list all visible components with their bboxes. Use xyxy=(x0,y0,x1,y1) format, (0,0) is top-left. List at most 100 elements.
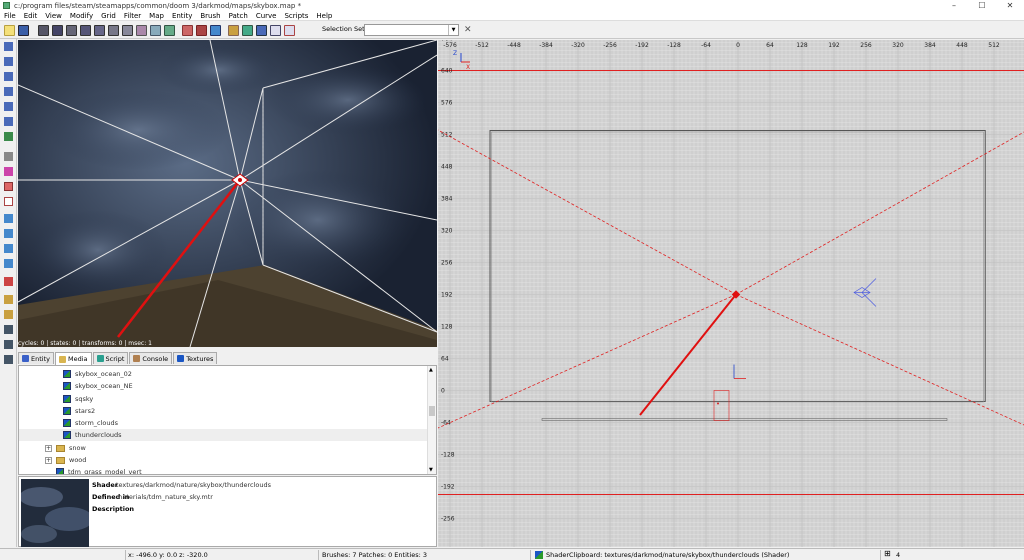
shader-icon xyxy=(63,419,71,427)
x-tick-label: 128 xyxy=(796,42,808,49)
ortho-view[interactable]: -576 -512 -448 -384 -320 -256 -192 -128 -64 0 64 12… xyxy=(438,40,1024,547)
surface-inspector-icon[interactable] xyxy=(4,295,13,304)
close-icon[interactable]: ✕ xyxy=(996,0,1024,11)
script-icon xyxy=(96,355,104,362)
list-item[interactable]: + wood xyxy=(19,454,427,466)
menu-entity[interactable]: Entity xyxy=(168,11,196,20)
list-item[interactable]: + snow xyxy=(19,442,427,454)
csg-hollow-icon[interactable] xyxy=(136,25,147,36)
clipboard-shader-icon xyxy=(535,551,543,559)
menu-modify[interactable]: Modify xyxy=(66,11,97,20)
shader-preview xyxy=(21,479,89,547)
clear-selection-icon[interactable]: ✕ xyxy=(464,25,472,35)
list-item[interactable]: skybox_ocean_NE xyxy=(19,380,427,392)
brush-prism-icon[interactable] xyxy=(122,25,133,36)
list-item-label: skybox_ocean_NE xyxy=(75,382,133,390)
expand-icon[interactable]: + xyxy=(45,444,52,452)
list-item[interactable]: sqsky xyxy=(19,393,427,405)
tab-script[interactable]: Script xyxy=(92,352,129,364)
maximize-icon[interactable]: ☐ xyxy=(968,0,996,11)
split-icon[interactable] xyxy=(4,355,13,364)
csg-merge-icon[interactable] xyxy=(164,25,175,36)
view-side-icon[interactable] xyxy=(4,57,13,66)
filter-icon[interactable] xyxy=(4,152,13,161)
csg-subtract-icon[interactable] xyxy=(150,25,161,36)
menu-grid[interactable]: Grid xyxy=(97,11,120,20)
menu-file[interactable]: File xyxy=(0,11,20,20)
menu-patch[interactable]: Patch xyxy=(225,11,252,20)
rotate-mode-icon[interactable] xyxy=(242,25,253,36)
scroll-down-icon[interactable]: ▼ xyxy=(429,467,433,473)
camera-speed-icon[interactable] xyxy=(4,102,13,111)
brush-icon[interactable] xyxy=(4,182,13,191)
menu-view[interactable]: View xyxy=(41,11,66,20)
expand-icon[interactable]: + xyxy=(45,456,52,464)
lighting-icon[interactable] xyxy=(4,117,13,126)
drag-mode-icon[interactable] xyxy=(270,25,281,36)
list-item[interactable]: storm_clouds xyxy=(19,417,427,429)
shader-icon xyxy=(56,468,64,474)
texture-tool-icon[interactable] xyxy=(4,277,13,286)
textures-icon xyxy=(177,355,185,362)
bevel-icon[interactable] xyxy=(4,197,13,206)
x-tick-label: 384 xyxy=(924,42,936,49)
x-tick-label: -320 xyxy=(571,42,585,49)
tab-label: Textures xyxy=(186,354,214,363)
texture-lock-icon[interactable] xyxy=(228,25,239,36)
vertex-mode-icon[interactable] xyxy=(4,214,13,223)
shader-label: Shader xyxy=(92,481,118,489)
cubic-clip-icon[interactable] xyxy=(4,87,13,96)
list-item[interactable]: tdm_grass_model_vert xyxy=(19,466,427,474)
media-tree[interactable]: tdm_grass_model_vert + wood + snow thunderclo… xyxy=(18,365,437,475)
scroll-up-icon[interactable]: ▲ xyxy=(429,367,433,373)
tab-entity[interactable]: Entity xyxy=(18,352,54,364)
select-touching-icon[interactable] xyxy=(196,25,207,36)
edge-mode-icon[interactable] xyxy=(4,229,13,238)
component-icon[interactable] xyxy=(4,259,13,268)
rotate-z-icon[interactable] xyxy=(108,25,119,36)
patch-icon[interactable] xyxy=(4,167,13,176)
tab-media[interactable]: Media xyxy=(54,352,92,365)
tree-scrollbar[interactable]: ▲ ▼ xyxy=(427,366,436,474)
camera-view[interactable]: cycles: 0 | states: 0 | transforms: 0 | … xyxy=(18,40,437,347)
menu-filter[interactable]: Filter xyxy=(120,11,145,20)
view-front-icon[interactable] xyxy=(4,72,13,81)
flip-y-icon[interactable] xyxy=(52,25,63,36)
rotate-x-icon[interactable] xyxy=(80,25,91,36)
clone-icon[interactable] xyxy=(4,325,13,334)
menu-edit[interactable]: Edit xyxy=(20,11,42,20)
list-item[interactable]: skybox_ocean_02 xyxy=(19,368,427,380)
scale-mode-icon[interactable] xyxy=(256,25,267,36)
x-tick-label: -576 xyxy=(443,42,457,49)
flip-z-icon[interactable] xyxy=(66,25,77,36)
rotate-y-icon[interactable] xyxy=(94,25,105,36)
y-tick-label: 64 xyxy=(441,356,449,363)
save-icon[interactable] xyxy=(18,25,29,36)
face-mode-icon[interactable] xyxy=(4,244,13,253)
tab-console[interactable]: Console xyxy=(129,352,173,364)
menu-map[interactable]: Map xyxy=(145,11,168,20)
tab-textures[interactable]: Textures xyxy=(173,352,218,364)
left-toolbar xyxy=(0,39,17,547)
minimize-icon[interactable]: – xyxy=(940,0,968,11)
merge-icon[interactable] xyxy=(4,340,13,349)
view-top-icon[interactable] xyxy=(4,42,13,51)
list-item[interactable]: thunderclouds xyxy=(19,429,427,441)
patch-inspector-icon[interactable] xyxy=(4,310,13,319)
clipper-icon[interactable] xyxy=(182,25,193,36)
entity-inspector-icon[interactable] xyxy=(4,132,13,141)
selection-set-dropdown[interactable]: ▼ xyxy=(364,24,459,36)
scroll-thumb[interactable] xyxy=(429,406,435,416)
menu-help[interactable]: Help xyxy=(312,11,336,20)
menu-scripts[interactable]: Scripts xyxy=(280,11,312,20)
chevron-down-icon[interactable]: ▼ xyxy=(448,25,458,35)
list-item[interactable]: stars2 xyxy=(19,405,427,417)
menu-curve[interactable]: Curve xyxy=(252,11,281,20)
open-icon[interactable] xyxy=(4,25,15,36)
select-inside-icon[interactable] xyxy=(210,25,221,36)
resize-mode-icon[interactable] xyxy=(284,25,295,36)
y-tick-label: 640 xyxy=(441,68,453,75)
flip-x-icon[interactable] xyxy=(38,25,49,36)
menu-brush[interactable]: Brush xyxy=(196,11,224,20)
menu-bar: File Edit View Modify Grid Filter Map Entity Bru… xyxy=(0,11,1024,21)
